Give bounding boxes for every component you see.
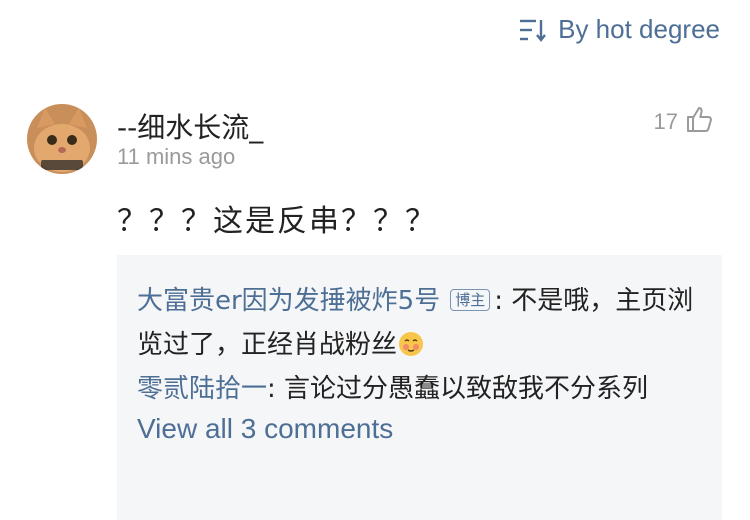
like-count: 17: [653, 109, 678, 134]
blush-emoji-icon: [397, 328, 425, 356]
reply-text: 言论过分愚蠢以致敌我不分系列: [284, 374, 649, 404]
avatar[interactable]: [27, 104, 97, 174]
reply-item[interactable]: 零贰陆拾一: 言论过分愚蠢以致敌我不分系列: [137, 367, 704, 411]
comment-username[interactable]: --细水长流_: [117, 106, 263, 146]
comment-timestamp: 11 mins ago: [117, 144, 236, 169]
thumbs-up-icon: [684, 104, 714, 140]
comment-item: --细水长流_ 11 mins ago 17 ？？？这是反串？？？ 大富贵er因…: [0, 0, 750, 520]
like-button[interactable]: 17: [654, 104, 714, 140]
reply-author[interactable]: 大富贵er因为发捶被炸5号: [137, 286, 440, 316]
reply-separator: :: [267, 374, 285, 404]
reply-separator: :: [494, 286, 512, 316]
owner-badge: 博主: [450, 289, 491, 311]
comment-text: ？？？这是反串？？？: [117, 204, 437, 239]
reply-item[interactable]: 大富贵er因为发捶被炸5号 博主: 不是哦，主页浏览过了，正经肖战粉丝: [137, 255, 704, 367]
cat-avatar-icon: [27, 104, 97, 174]
view-all-comments-link[interactable]: View all 3 comments: [137, 413, 722, 445]
reply-author[interactable]: 零贰陆拾一: [137, 374, 267, 404]
replies-panel: 大富贵er因为发捶被炸5号 博主: 不是哦，主页浏览过了，正经肖战粉丝 零贰陆拾一…: [117, 255, 722, 520]
